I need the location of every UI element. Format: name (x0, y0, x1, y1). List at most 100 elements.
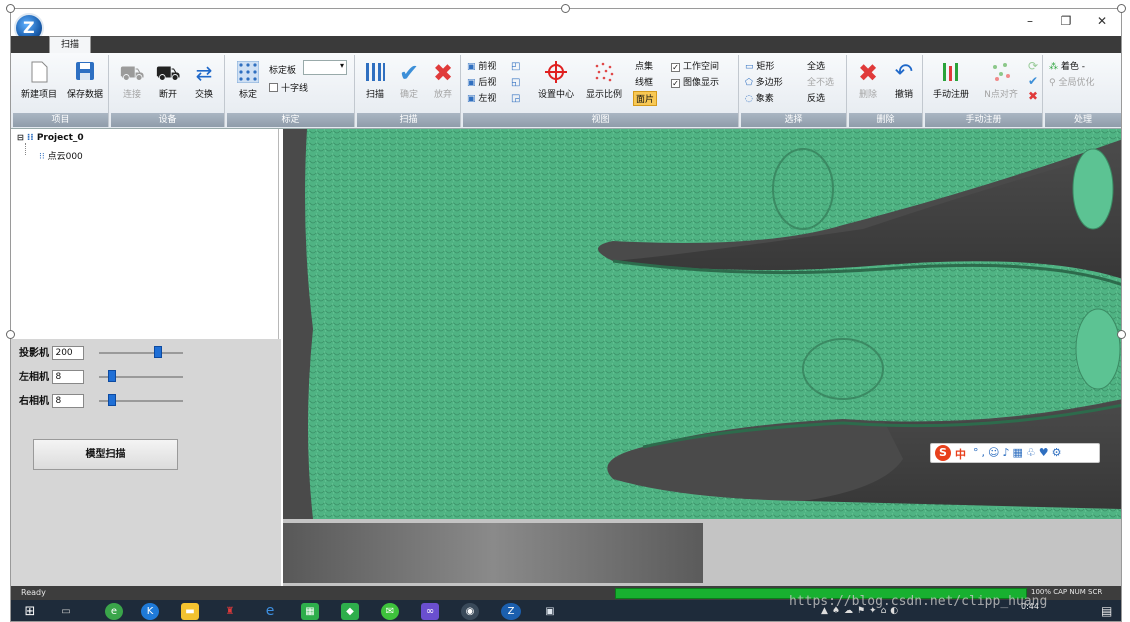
resize-handle[interactable] (6, 4, 15, 13)
cube-front-icon: ▣ (467, 62, 476, 72)
point-set-mode[interactable]: 点集 (635, 59, 653, 72)
left-camera-input[interactable]: 8 (52, 370, 85, 384)
ribbon-group-view: ▣ 前视 ▣ 后视 ▣ 左视 ◰ ◱ ◲ 设置中心 显示比例 点集 线框 面片 ✓ 工… (463, 55, 739, 127)
tab-scan[interactable]: 扫描 (49, 36, 91, 54)
select-all-button[interactable]: 全选 (807, 59, 825, 72)
tool-icon[interactable]: ♜ (221, 603, 239, 620)
calibration-board-select[interactable]: ▾ (303, 60, 347, 75)
exchange-button[interactable]: ⇄ 交换 (189, 61, 219, 100)
delete-button[interactable]: ✖ 删除 (851, 61, 885, 100)
display-ratio-button[interactable]: 显示比例 (581, 61, 627, 100)
k-app-icon[interactable]: K (141, 603, 159, 620)
right-camera-input[interactable]: 8 (52, 394, 85, 408)
polygon-select-button[interactable]: ⬠ 多边形 (745, 75, 783, 88)
ime-tool-icons[interactable]: °,☺♪▦♧♥⚙ (973, 446, 1064, 459)
register-actions[interactable]: ⟳ ✔ ✖ (1025, 59, 1041, 104)
ime-chinese-mode[interactable]: 中 (955, 446, 966, 462)
calibrate-label: 标定 (238, 90, 257, 100)
invert-select-button[interactable]: 反选 (807, 91, 825, 104)
back-view-button[interactable]: ▣ 后视 (467, 75, 496, 88)
polygon-select-icon: ⬠ (745, 78, 753, 88)
model-scan-button[interactable]: 模型扫描 (33, 439, 178, 470)
tree-root[interactable]: ⊟ ⁝⁝ Project_0 (17, 133, 84, 143)
undo-button[interactable]: ↶ 撤销 (887, 60, 921, 101)
scanner-app-icon[interactable]: Z (501, 603, 521, 620)
dot-grid-icon (231, 60, 265, 85)
left-view-button[interactable]: ▣ 左视 (467, 91, 496, 104)
collapse-icon: ⊟ (17, 133, 24, 142)
discard-button[interactable]: ✖ 放弃 (427, 61, 459, 100)
connect-button[interactable]: ⛟ 连接 (117, 61, 147, 100)
exchange-arrows-icon: ⇄ (195, 61, 213, 85)
coloring-icon: ⁂ (1049, 62, 1058, 72)
windows-start-icon[interactable]: ⊞ (21, 603, 39, 620)
ribbon-group-process: ⁂ 着色 - ⚲ 全局优化 处理 (1045, 55, 1121, 127)
wireframe-mode[interactable]: 线框 (635, 75, 653, 88)
n-point-align-button[interactable]: N点对齐 (979, 61, 1023, 100)
device-app-icon[interactable]: ▣ (541, 603, 559, 620)
cube-back-icon: ▣ (467, 78, 476, 88)
select-none-button[interactable]: 全不选 (807, 75, 834, 88)
restore-button[interactable]: ❐ (1051, 11, 1081, 31)
set-center-button[interactable]: 设置中心 (533, 61, 579, 100)
calibrate-button[interactable]: 标定 (231, 60, 265, 100)
ime-toolbar[interactable]: S 中 °,☺♪▦♧♥⚙ (930, 443, 1100, 463)
ribbon-group-delete: ✖ 删除 ↶ 撤销 删除 (849, 55, 923, 127)
file-explorer-icon[interactable]: ▬ (181, 603, 199, 620)
global-optimize-button[interactable]: ⚲ 全局优化 (1049, 75, 1094, 88)
image-display-checkbox[interactable]: ✓ 图像显示 (671, 75, 719, 88)
workspace-label: 工作空间 (683, 62, 720, 72)
green-app-icon[interactable]: ◆ (341, 603, 359, 620)
reject-x-icon: ✖ (1027, 89, 1039, 103)
projector-slider-thumb[interactable] (153, 346, 162, 358)
right-camera-label: 右相机 (19, 396, 49, 407)
workspace-checkbox[interactable]: ✓ 工作空间 (671, 59, 719, 72)
projector-input[interactable]: 200 (52, 346, 85, 360)
camera-app-icon[interactable]: ◉ (461, 603, 479, 620)
delete-x-icon: ✖ (857, 59, 879, 87)
resize-handle[interactable] (561, 4, 570, 13)
left-camera-slider-thumb[interactable] (108, 370, 117, 382)
refresh-icon: ⟳ (1027, 59, 1039, 73)
task-view-icon[interactable]: ▭ (57, 603, 75, 620)
ribbon-group-label: 选择 (741, 113, 846, 127)
front-view-button[interactable]: ▣ 前视 (467, 59, 496, 72)
scan-button[interactable]: 扫描 (359, 61, 391, 100)
ribbon-group-label: 项目 (13, 113, 108, 127)
coloring-button[interactable]: ⁂ 着色 - (1049, 59, 1085, 72)
crosshair-checkbox[interactable]: 十字线 (269, 81, 308, 94)
ribbon-group-label: 视图 (463, 113, 738, 127)
save-data-button[interactable]: 保存数据 (63, 61, 107, 100)
manual-register-button[interactable]: 手动注册 (927, 61, 975, 100)
disconnect-button[interactable]: ⛟ 断开 (153, 61, 183, 100)
rect-select-button[interactable]: ▭ 矩形 (745, 59, 774, 72)
confirm-button[interactable]: ✔ 确定 (393, 61, 425, 100)
resize-handle[interactable] (1117, 4, 1126, 13)
facet-mode[interactable]: 面片 (633, 91, 658, 106)
calc-app-icon[interactable]: ▦ (301, 603, 319, 620)
projector-label: 投影机 (19, 348, 49, 359)
purple-app-icon[interactable]: ∞ (421, 603, 439, 620)
resize-handle[interactable] (6, 330, 15, 339)
ie-browser-icon[interactable]: e (261, 603, 279, 620)
tab-bar (11, 36, 1121, 53)
new-project-button[interactable]: 新建项目 (17, 61, 61, 100)
right-camera-slider-thumb[interactable] (108, 394, 117, 406)
wechat-icon[interactable]: ✉ (381, 603, 399, 620)
pixel-select-button[interactable]: ◌ 象素 (745, 91, 774, 104)
projector-slider-track[interactable] (99, 352, 183, 354)
undo-arrow-icon: ↶ (894, 60, 914, 85)
ribbon-group-label: 手动注册 (925, 113, 1042, 127)
resize-handle[interactable] (1117, 330, 1126, 339)
browser-e-icon[interactable]: e (105, 603, 123, 620)
extra-view-icons[interactable]: ◰ ◱ ◲ (511, 59, 520, 107)
ribbon-group-manual-reg: 手动注册 N点对齐 ⟳ ✔ ✖ 手动注册 (925, 55, 1043, 127)
tree-child[interactable]: ⁝⁝ 点云000 (39, 149, 83, 162)
ribbon-group-label: 扫描 (357, 113, 460, 127)
minimize-button[interactable]: – (1015, 11, 1045, 31)
discard-label: 放弃 (433, 90, 452, 100)
close-button[interactable]: ✕ (1087, 11, 1117, 31)
crosshair-label: 十字线 (281, 84, 309, 94)
left-camera-label: 左相机 (19, 372, 49, 383)
notification-icon[interactable]: ▤ (1101, 604, 1112, 618)
